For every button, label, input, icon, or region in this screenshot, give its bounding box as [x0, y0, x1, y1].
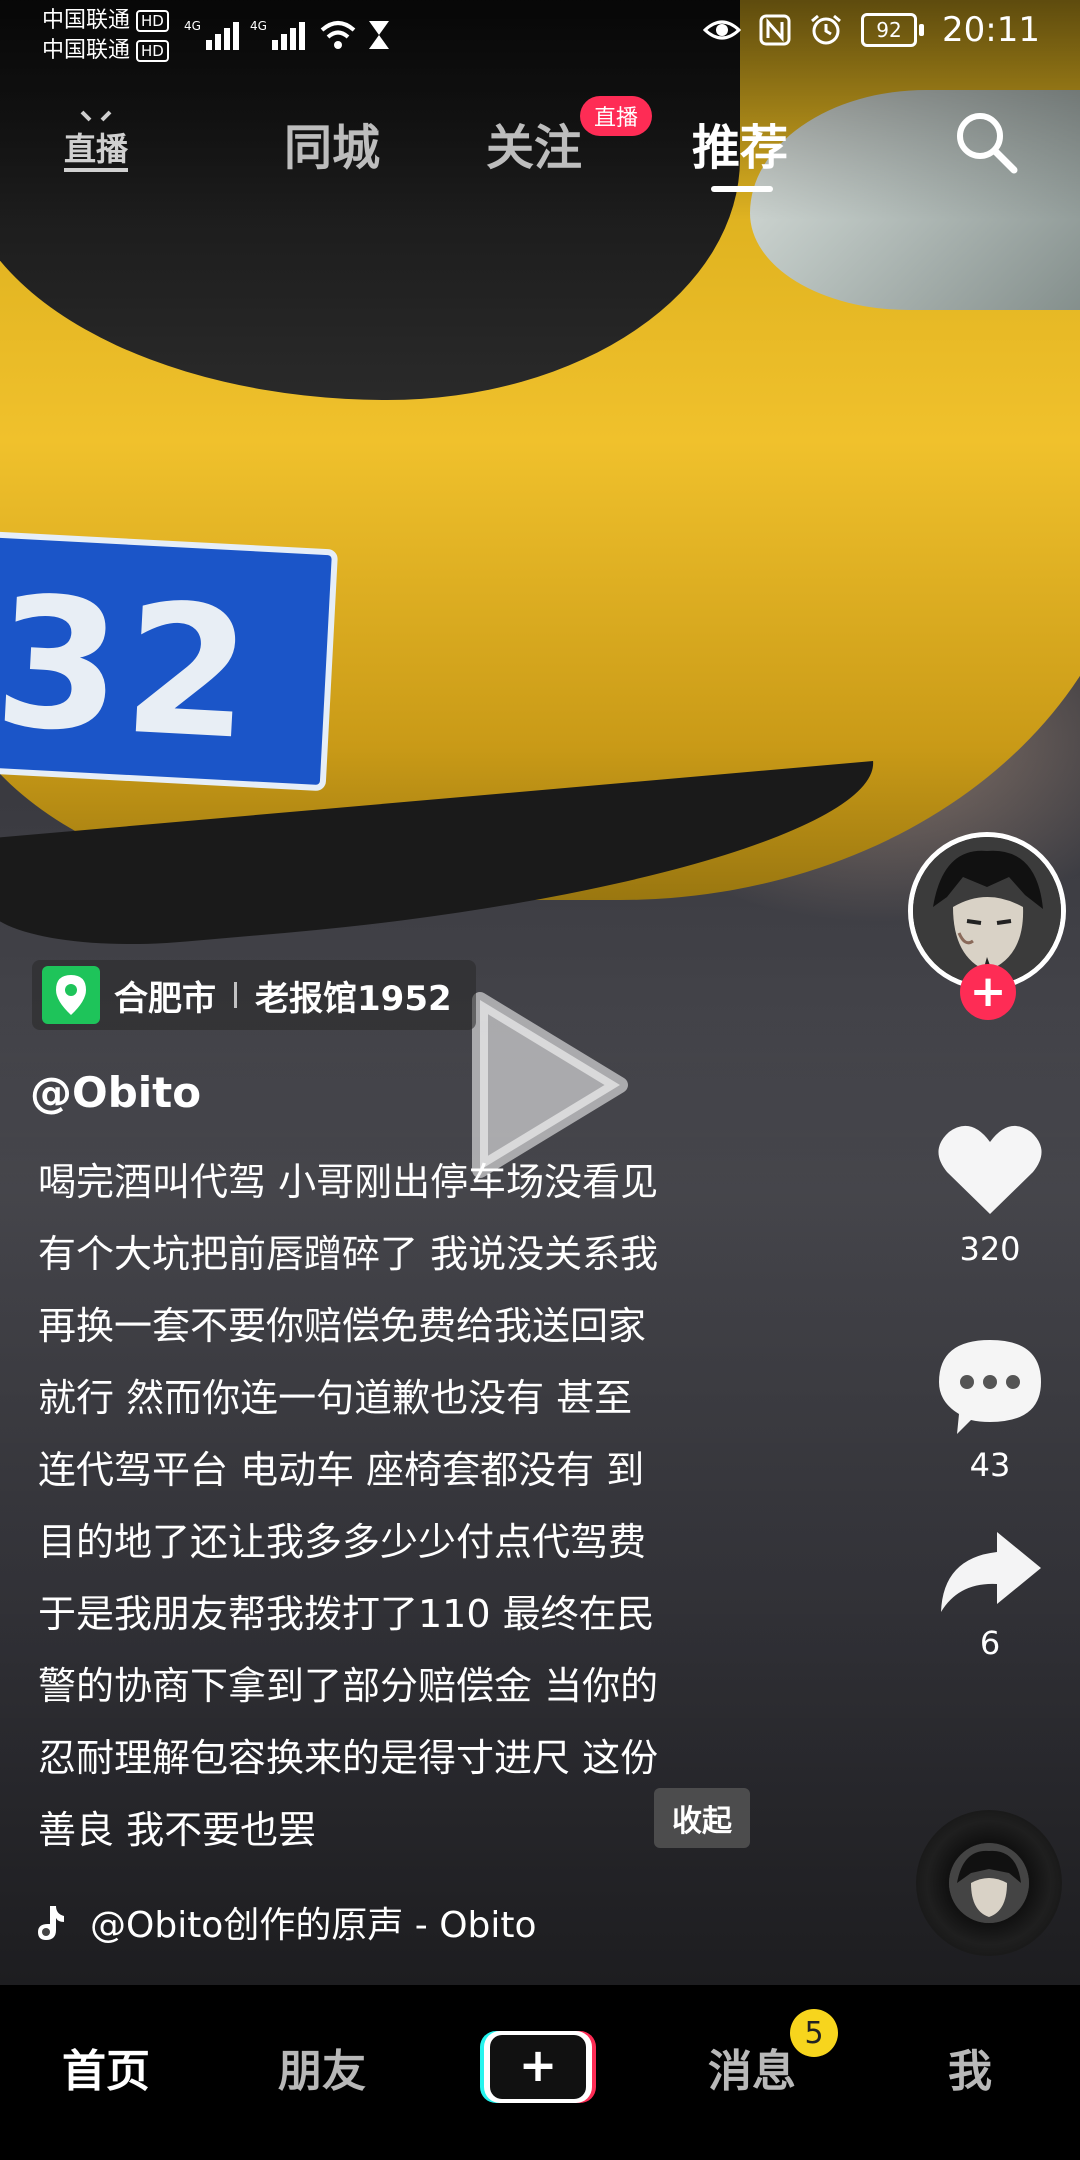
nfc-icon — [759, 14, 791, 46]
location-divider — [234, 982, 237, 1008]
location-place: 老报馆1952 — [255, 978, 452, 1019]
share-count: 6 — [979, 1624, 1001, 1662]
caption-line: 连代驾平台 电动车 座椅套都没有 到 — [38, 1448, 645, 1492]
music-info[interactable]: @Obito创作的原声 - Obito — [30, 1896, 590, 1948]
nav-me[interactable]: 我 — [948, 2035, 992, 2099]
tab-same-city[interactable]: 同城 — [284, 108, 380, 178]
video-license-plate: 32 — [0, 530, 339, 792]
signal-icon-2: 4G — [250, 19, 305, 50]
following-live-badge: 直播 — [580, 96, 653, 136]
collapse-caption-button[interactable]: 收起 — [654, 1788, 750, 1848]
status-bar: 中国联通 HD 中国联通 HD 4G 4G 92 20:11 — [0, 0, 1080, 70]
music-title: @Obito创作的原声 - Obito — [90, 1905, 537, 1946]
carrier-2: 中国联通 — [42, 38, 131, 63]
music-disc-cover — [949, 1843, 1029, 1923]
nav-messages[interactable]: 消息 — [708, 2035, 796, 2099]
caption-line: 忍耐理解包容换来的是得寸进尺 这份 — [38, 1736, 659, 1780]
live-icon-label: 直播 — [64, 130, 129, 168]
avatar-image — [913, 837, 1061, 985]
hourglass-icon — [369, 21, 389, 49]
messages-badge: 5 — [790, 2009, 838, 2057]
caption-line: 警的协商下拿到了部分赔偿金 当你的 — [38, 1664, 659, 1708]
search-icon[interactable] — [952, 108, 1020, 176]
carrier-1: 中国联通 — [42, 8, 131, 33]
share-button[interactable]: 6 — [920, 1528, 1060, 1662]
comment-button[interactable]: 43 — [920, 1336, 1060, 1484]
plus-icon: + — [519, 2038, 558, 2092]
bottom-nav: 首页 朋友 + 消息 5 我 — [0, 1985, 1080, 2160]
live-tv-icon[interactable]: 直播 — [60, 106, 132, 178]
hd-badge-1: HD — [136, 10, 169, 32]
eye-comfort-icon — [703, 20, 742, 40]
net-label-2: 4G — [250, 19, 267, 33]
location-tag[interactable]: 合肥市 老报馆1952 — [32, 960, 476, 1030]
location-pin-icon — [42, 966, 100, 1024]
heart-icon — [938, 1125, 1042, 1214]
battery-level: 92 — [861, 13, 918, 47]
location-city: 合肥市 — [114, 978, 216, 1019]
alarm-icon — [811, 14, 841, 45]
video-caption: 喝完酒叫代驾 小哥刚出停车场没看见 有个大坑把前唇蹭碎了 我说没关系我 再换一套… — [38, 1146, 778, 1866]
signal-icon: 4G — [184, 19, 239, 50]
plate-text: 32 — [0, 558, 260, 781]
share-icon — [941, 1532, 1041, 1612]
tab-following[interactable]: 关注 — [486, 108, 582, 178]
caption-line: 有个大坑把前唇蹭碎了 我说没关系我 — [38, 1232, 659, 1276]
create-button[interactable]: + — [480, 2029, 596, 2105]
nav-home[interactable]: 首页 — [62, 2035, 150, 2099]
nav-friends[interactable]: 朋友 — [278, 2035, 366, 2099]
wifi-icon — [320, 21, 356, 49]
author-avatar-container[interactable]: + — [908, 832, 1068, 1020]
caption-line: 喝完酒叫代驾 小哥刚出停车场没看见 — [38, 1160, 659, 1204]
caption-line: 再换一套不要你赔偿免费给我送回家 — [38, 1304, 647, 1348]
caption-line: 就行 然而你连一句道歉也没有 甚至 — [38, 1376, 633, 1420]
like-button[interactable]: 320 — [920, 1120, 1060, 1268]
net-label-1: 4G — [184, 19, 201, 33]
tab-recommended[interactable]: 推荐 — [692, 108, 788, 178]
carrier-info: 中国联通 HD 中国联通 HD — [42, 6, 169, 66]
hd-badge-2: HD — [136, 40, 169, 62]
active-tab-indicator — [711, 186, 773, 192]
comment-icon — [939, 1340, 1041, 1434]
caption-line: 于是我朋友帮我拨打了110 最终在民 — [38, 1592, 655, 1636]
comment-count: 43 — [969, 1446, 1011, 1484]
like-count: 320 — [959, 1230, 1021, 1268]
battery-icon: 92 — [861, 13, 925, 47]
music-note-icon — [38, 1906, 64, 1940]
top-nav: 直播 同城 关注 直播 推荐 — [0, 96, 1080, 200]
author-username[interactable]: @Obito — [30, 1068, 201, 1117]
music-disc[interactable] — [916, 1810, 1062, 1956]
caption-line: 目的地了还让我多多少少付点代驾费 — [38, 1520, 647, 1564]
follow-button[interactable]: + — [960, 964, 1016, 1020]
clock: 20:11 — [942, 10, 1040, 50]
